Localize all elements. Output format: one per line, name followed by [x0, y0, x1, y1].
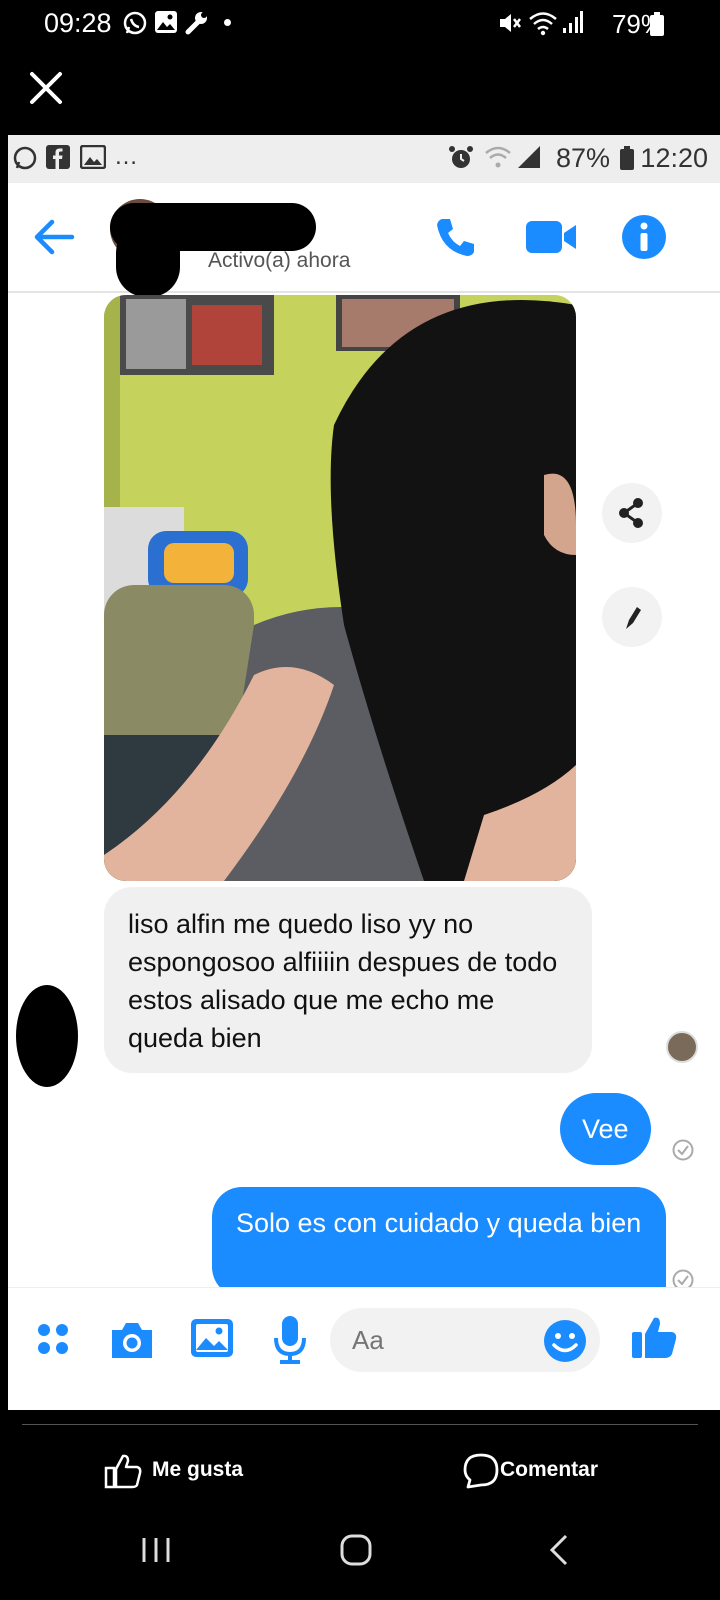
home-icon — [340, 1534, 372, 1566]
comment-label: Comentar — [500, 1458, 599, 1481]
divider — [22, 1424, 698, 1425]
emoji-button[interactable] — [542, 1318, 588, 1364]
more-actions-button[interactable] — [34, 1318, 78, 1362]
inner-status-battery: 87% — [555, 143, 610, 173]
outer-status-time: 09:28 — [44, 8, 112, 38]
chat-header: Activo(a) ahora — [8, 183, 720, 297]
gallery-icon — [80, 145, 106, 169]
back-nav-button[interactable] — [540, 1530, 580, 1570]
facebook-icon — [46, 145, 70, 169]
alarm-icon — [448, 145, 474, 171]
voice-call-button[interactable] — [432, 213, 480, 261]
outgoing-message[interactable]: Vee — [560, 1093, 651, 1165]
wifi-icon — [528, 10, 558, 36]
sender-avatar[interactable] — [16, 985, 78, 1087]
video-call-button[interactable] — [524, 215, 578, 259]
contact-status: Activo(a) ahora — [208, 249, 351, 272]
recent-apps-button[interactable] — [136, 1532, 176, 1568]
incoming-message[interactable]: liso alfin me quedo liso yy no espongoso… — [104, 887, 592, 1073]
phone-screen: 09:28 79% … 87% 12:20 Activo(a) ahora li… — [0, 0, 720, 1600]
whatsapp-icon — [12, 145, 38, 171]
back-button[interactable] — [32, 215, 76, 259]
message-composer — [8, 1287, 720, 1397]
share-icon — [619, 498, 643, 528]
outgoing-message[interactable]: Solo es con cuidado y queda bien — [212, 1187, 666, 1297]
inner-status-bar: … 87% 12:20 — [8, 135, 720, 183]
chevron-left-icon — [549, 1534, 568, 1566]
outer-status-bar: 09:28 79% — [0, 0, 720, 50]
battery-icon — [650, 12, 664, 36]
camera-button[interactable] — [108, 1318, 156, 1362]
conversation-info-button[interactable] — [620, 213, 668, 261]
edit-button[interactable] — [602, 587, 662, 647]
signal-icon — [516, 145, 542, 169]
gallery-button[interactable] — [188, 1316, 236, 1360]
inner-status-time: 12:20 — [640, 143, 708, 173]
back-arrow-icon — [34, 219, 75, 255]
thumbs-up-outline-icon — [104, 1454, 142, 1489]
delivered-check-icon — [672, 1139, 694, 1161]
close-button[interactable] — [26, 68, 66, 108]
thumbs-up-icon — [632, 1317, 677, 1358]
notification-dot-icon — [224, 19, 231, 26]
system-navigation-bar — [0, 1500, 720, 1600]
gallery-icon — [154, 10, 178, 34]
camera-icon — [112, 1323, 152, 1358]
share-button[interactable] — [602, 483, 662, 543]
shared-screenshot: … 87% 12:20 Activo(a) ahora liso alfin m… — [8, 135, 720, 1410]
signal-icon — [562, 10, 584, 34]
redaction-mark — [116, 223, 180, 297]
more-notifications-icon: … — [114, 143, 138, 170]
pencil-icon — [626, 607, 641, 629]
image-icon — [191, 1319, 233, 1357]
grid-dots-icon — [38, 1324, 68, 1354]
close-icon — [30, 72, 62, 104]
comment-bubble-icon — [463, 1453, 499, 1489]
battery-icon — [620, 146, 634, 170]
video-camera-icon — [526, 221, 576, 253]
whatsapp-icon — [122, 10, 148, 36]
voice-message-button[interactable] — [270, 1314, 310, 1366]
info-icon — [622, 215, 666, 259]
photo-image — [104, 295, 576, 881]
seen-avatar — [666, 1031, 698, 1063]
home-button[interactable] — [336, 1530, 376, 1570]
phone-icon — [437, 219, 474, 256]
microphone-icon — [274, 1316, 306, 1364]
send-like-button[interactable] — [630, 1312, 680, 1362]
wifi-icon — [484, 145, 512, 169]
wrench-icon — [184, 10, 210, 36]
like-label: Me gusta — [152, 1458, 244, 1481]
mute-icon — [498, 10, 522, 36]
shared-photo[interactable] — [104, 295, 576, 881]
smiley-icon — [544, 1320, 586, 1362]
recent-apps-icon — [142, 1538, 170, 1562]
